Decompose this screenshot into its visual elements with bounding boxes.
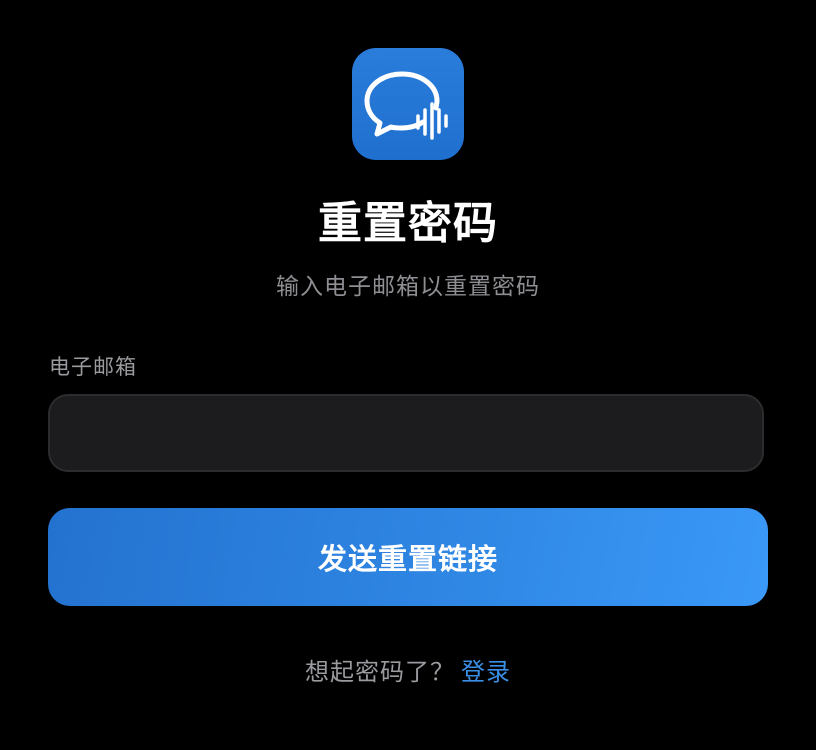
app-icon [352,48,464,160]
footer: 想起密码了？ 登录 [0,654,816,690]
login-link[interactable]: 登录 [461,658,511,686]
email-label: 电子邮箱 [49,355,137,379]
email-field[interactable] [48,394,764,472]
page-subtitle: 输入电子邮箱以重置密码 [276,274,540,300]
chat-bubble-soundwave-icon [364,71,448,140]
remembered-password-prompt: 想起密码了？ [305,658,455,686]
page-title: 重置密码 [318,198,498,249]
send-reset-link-button[interactable]: 发送重置链接 [48,508,768,606]
